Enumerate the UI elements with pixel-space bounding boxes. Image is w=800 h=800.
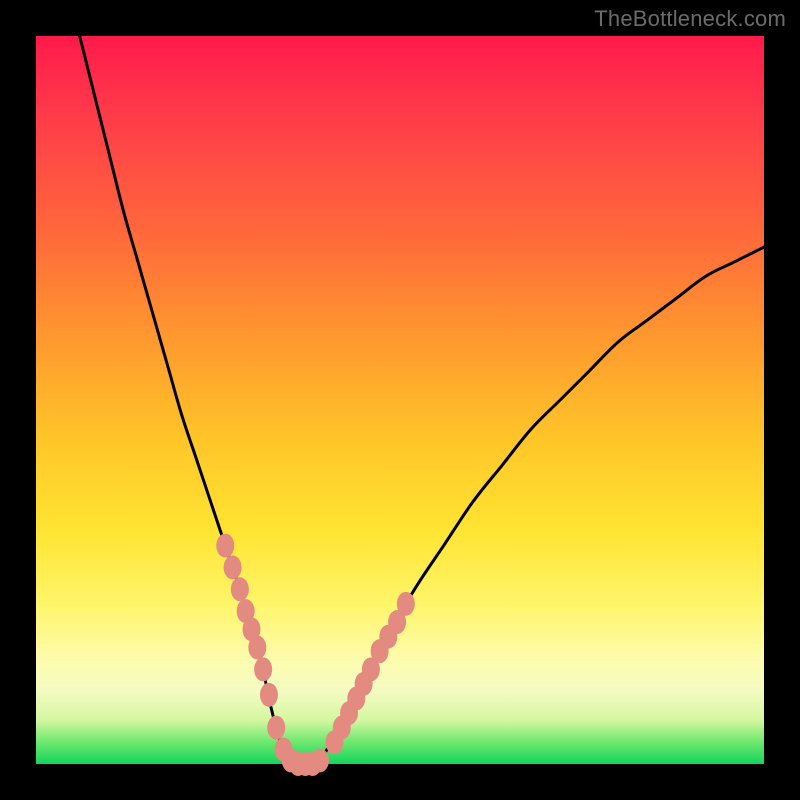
marker-dot bbox=[216, 534, 234, 558]
marker-dot bbox=[231, 577, 249, 601]
marker-dot bbox=[254, 657, 272, 681]
marker-dot bbox=[397, 592, 415, 616]
marker-dot bbox=[224, 555, 242, 579]
plot-area bbox=[36, 36, 764, 764]
marker-dot bbox=[311, 748, 329, 772]
highlight-markers bbox=[216, 534, 415, 776]
chart-frame: TheBottleneck.com bbox=[0, 0, 800, 800]
curve-svg bbox=[36, 36, 764, 764]
marker-dot bbox=[267, 716, 285, 740]
marker-dot bbox=[260, 683, 278, 707]
watermark-text: TheBottleneck.com bbox=[594, 6, 786, 32]
bottleneck-curve bbox=[80, 36, 764, 766]
marker-dot bbox=[248, 636, 266, 660]
